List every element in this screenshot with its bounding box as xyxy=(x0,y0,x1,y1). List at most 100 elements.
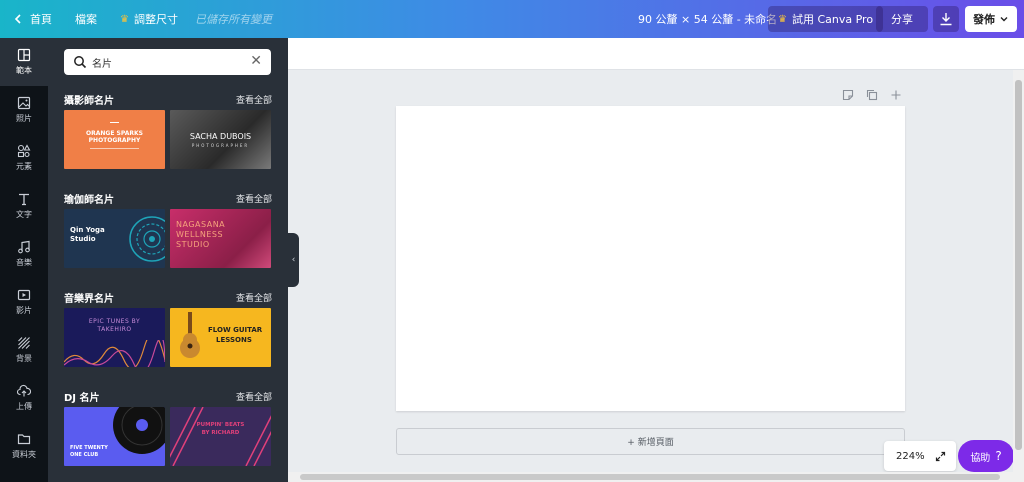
design-canvas[interactable] xyxy=(396,106,905,411)
file-label: 檔案 xyxy=(75,13,97,26)
template-thumbnail[interactable]: PUMPIN' BEATS BY RICHARD xyxy=(170,407,271,466)
rail-label: 背景 xyxy=(16,354,32,363)
thumb-text: NAGASANA xyxy=(176,220,226,229)
template-thumbnail[interactable]: FIVE TWENTY ONE CLUB xyxy=(64,407,165,466)
rail-label: 音樂 xyxy=(16,258,32,267)
rail-item-elements[interactable]: 元素 xyxy=(0,134,48,182)
guitar-graphic xyxy=(180,312,200,358)
help-label: 協助 xyxy=(970,452,991,464)
soundwave-graphic xyxy=(64,340,165,367)
collapse-panel-button[interactable]: ‹ xyxy=(288,233,299,287)
rail-label: 資料夾 xyxy=(12,450,36,459)
add-page-icon[interactable] xyxy=(890,89,902,101)
thumb-text: BY RICHARD xyxy=(201,430,240,436)
elements-icon xyxy=(17,144,31,158)
help-button[interactable]: 協助 ? xyxy=(958,440,1014,472)
music-icon xyxy=(18,240,30,254)
top-bar: 首頁 檔案 ♛ 調整尺寸 已儲存所有變更 90 公釐 × 54 公釐 - 未命名… xyxy=(0,0,1024,38)
chevron-left-icon xyxy=(14,14,21,24)
crown-icon: ♛ xyxy=(120,13,129,25)
thumb-text: FIVE TWENTY xyxy=(70,445,108,451)
file-menu[interactable]: 檔案 xyxy=(75,0,97,38)
background-icon xyxy=(18,337,30,349)
vinyl-graphic xyxy=(113,407,165,454)
question-icon: ? xyxy=(995,449,1002,463)
template-thumbnail[interactable]: Qin Yoga Studio xyxy=(64,209,165,268)
section-title: 攝影師名片 xyxy=(64,96,114,107)
expand-icon[interactable] xyxy=(935,451,946,462)
thumb-text: PHOTOGRAPHER xyxy=(191,143,250,148)
scrollbar-thumb[interactable] xyxy=(1015,80,1022,450)
thumb-text: FLOW GUITAR xyxy=(208,326,263,334)
zoom-control[interactable]: 224% xyxy=(884,441,956,471)
search-input[interactable] xyxy=(92,52,242,72)
divider xyxy=(90,148,139,149)
see-all-link[interactable]: 查看全部 xyxy=(236,390,272,403)
video-icon xyxy=(17,289,31,301)
rail-label: 範本 xyxy=(16,66,32,75)
template-thumbnail[interactable]: EPIC TUNES BY TAKEHIRO xyxy=(64,308,165,367)
template-thumbnail[interactable]: ORANGE SPARKS PHOTOGRAPHY xyxy=(64,110,165,169)
section-title: 音樂界名片 xyxy=(64,294,114,305)
search-box: ✕ xyxy=(64,49,271,75)
download-button[interactable] xyxy=(933,6,959,32)
resize-button[interactable]: ♛ 調整尺寸 xyxy=(120,0,178,38)
home-button[interactable]: 首頁 xyxy=(12,0,52,38)
add-page-button[interactable]: + 新增頁面 xyxy=(396,428,905,455)
text-icon xyxy=(19,193,29,206)
rail-label: 影片 xyxy=(16,306,32,315)
rail-item-music[interactable]: 音樂 xyxy=(0,230,48,278)
thumb-text: Qin Yoga xyxy=(70,226,105,234)
template-thumbnail[interactable]: FLOW GUITAR LESSONS xyxy=(170,308,271,367)
thumb-text: ONE CLUB xyxy=(70,452,99,458)
scrollbar-thumb[interactable] xyxy=(300,474,1000,480)
rail-item-folders[interactable]: 資料夾 xyxy=(0,422,48,470)
side-rail: 範本 照片 元素 文字 音樂 影片 背景 上傳 資料夾 xyxy=(0,38,48,482)
share-button[interactable]: 分享 xyxy=(876,6,928,32)
editor-toolbar xyxy=(288,38,1024,70)
pro-label: 試用 Canva Pro xyxy=(791,13,874,26)
rail-item-templates[interactable]: 範本 xyxy=(0,38,48,86)
close-icon[interactable]: ✕ xyxy=(250,54,262,68)
rail-item-uploads[interactable]: 上傳 xyxy=(0,374,48,422)
see-all-link[interactable]: 查看全部 xyxy=(236,291,272,304)
share-label: 分享 xyxy=(891,13,913,26)
thumb-text: TAKEHIRO xyxy=(97,326,132,333)
rail-label: 元素 xyxy=(16,162,32,171)
rail-item-background[interactable]: 背景 xyxy=(0,326,48,374)
note-icon[interactable] xyxy=(842,89,854,101)
thumb-text: WELLNESS xyxy=(176,230,224,239)
mandala-graphic xyxy=(129,216,165,262)
publish-label: 發佈 xyxy=(973,13,995,26)
try-pro-button[interactable]: ♛ 試用 Canva Pro xyxy=(768,6,884,32)
design-dimensions: 90 公釐 × 54 公釐 - 未命名 xyxy=(638,13,778,26)
divider xyxy=(110,122,119,123)
thumb-text: ORANGE SPARKS xyxy=(86,130,143,137)
rail-label: 上傳 xyxy=(16,402,32,411)
vertical-scrollbar[interactable] xyxy=(1013,70,1024,482)
zoom-level: 224% xyxy=(896,450,925,462)
thumb-text: Studio xyxy=(70,235,96,243)
rail-item-photos[interactable]: 照片 xyxy=(0,86,48,134)
chevron-left-icon: ‹ xyxy=(291,255,296,265)
rail-item-videos[interactable]: 影片 xyxy=(0,278,48,326)
rail-label: 照片 xyxy=(16,114,32,123)
home-label: 首頁 xyxy=(30,13,52,26)
thumb-text: STUDIO xyxy=(176,240,210,249)
search-icon xyxy=(74,56,87,69)
horizontal-scrollbar[interactable] xyxy=(288,472,1013,482)
template-thumbnail[interactable]: SACHA DUBOIS PHOTOGRAPHER xyxy=(170,110,271,169)
template-thumbnail[interactable]: NAGASANA WELLNESS STUDIO xyxy=(170,209,271,268)
photo-icon xyxy=(17,96,31,110)
rail-item-text[interactable]: 文字 xyxy=(0,182,48,230)
templates-panel: ✕ 攝影師名片 查看全部 ORANGE SPARKS PHOTOGRAPHY S… xyxy=(48,38,288,482)
section-title: DJ 名片 xyxy=(64,393,100,404)
template-icon xyxy=(17,48,31,62)
duplicate-page-icon[interactable] xyxy=(866,89,878,101)
publish-button[interactable]: 發佈 xyxy=(965,6,1017,32)
see-all-link[interactable]: 查看全部 xyxy=(236,93,272,106)
thumb-text: LESSONS xyxy=(216,336,252,344)
see-all-link[interactable]: 查看全部 xyxy=(236,192,272,205)
rail-label: 文字 xyxy=(16,210,32,219)
thumb-text: SACHA DUBOIS xyxy=(189,132,252,141)
